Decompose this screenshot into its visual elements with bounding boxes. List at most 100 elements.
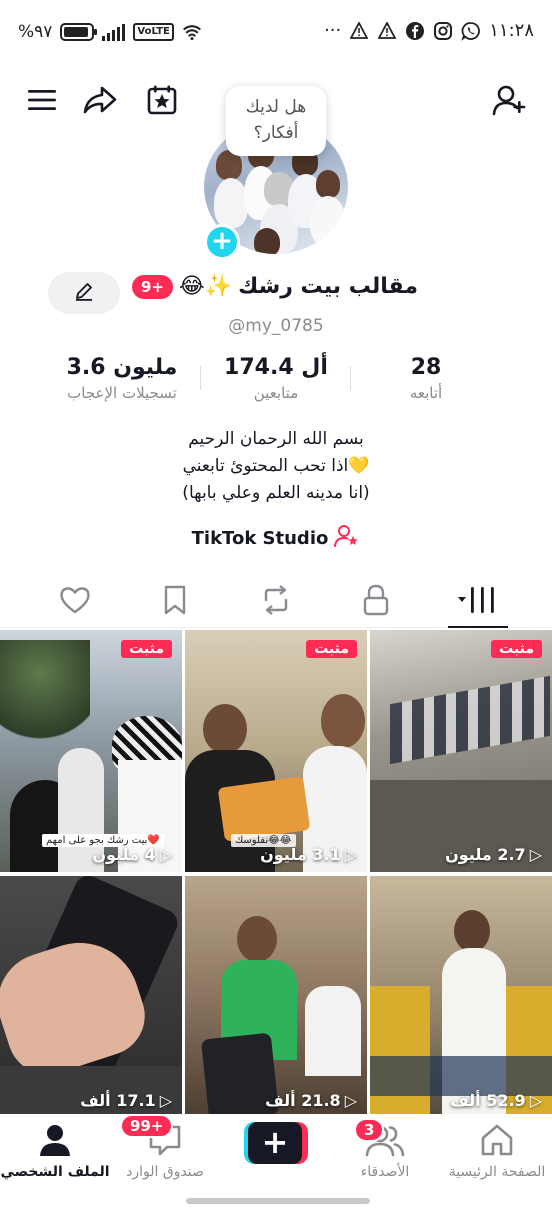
profile-bio: بسم الله الرحمان الرحيم اذا تحب المحتوئ … <box>0 426 552 507</box>
play-icon: ▷ <box>529 845 542 864</box>
video-thumbnail[interactable]: بيت رشك بجو على امهم❤️ مثبت ▷ 4 مليون <box>0 630 182 872</box>
facebook-icon <box>405 21 425 41</box>
tab-videos[interactable] <box>452 582 506 622</box>
thumbnail-scene <box>217 776 311 842</box>
battery-icon <box>60 23 98 41</box>
menu-icon[interactable] <box>22 78 62 122</box>
video-grid-icon <box>457 585 501 619</box>
play-icon: ▷ <box>159 1091 172 1110</box>
likes-count: 3.6 مليون <box>66 355 178 380</box>
view-count-text: 21.8 ألف <box>265 1091 341 1110</box>
network-type: VoLTE <box>133 23 174 41</box>
wifi-icon <box>182 22 202 42</box>
active-tab-indicator <box>448 626 508 628</box>
profile-handle: @my_0785 <box>228 316 324 336</box>
create-button[interactable]: + <box>244 1122 308 1164</box>
nav-home-label: الصفحة الرئيسية <box>448 1164 546 1180</box>
stat-divider <box>350 366 351 390</box>
nav-friends[interactable]: 3 الأصدقاء <box>330 1118 440 1180</box>
thumbnail-scene <box>203 704 247 754</box>
tab-private[interactable] <box>351 582 401 622</box>
studio-label: TikTok Studio <box>191 528 329 549</box>
thought-bubble[interactable]: هل لديك أفكار؟ <box>226 86 326 156</box>
likes-label: تسجيلات الإعجاب <box>67 384 177 402</box>
inbox-badge: 99+ <box>120 1114 174 1138</box>
edit-profile-button[interactable] <box>48 272 120 314</box>
content-tabs <box>0 574 552 628</box>
nav-profile[interactable]: الملف الشخصي <box>0 1124 110 1180</box>
pencil-icon <box>73 280 95 306</box>
creator-star-icon <box>334 524 360 553</box>
following-count: 28 <box>410 355 442 380</box>
thumbnail-scene <box>370 986 430 1118</box>
video-thumbnail[interactable]: ▷ 17.1 ألف <box>0 876 182 1118</box>
thumbnail-scene <box>370 1056 552 1096</box>
video-thumbnail[interactable]: مثبت ▷ 2.7 مليون <box>370 630 552 872</box>
view-count: ▷ 17.1 ألف <box>80 1091 172 1110</box>
tab-liked[interactable] <box>50 582 100 622</box>
thumbnail-scene <box>390 675 550 765</box>
video-thumbnail[interactable]: ▷ 21.8 ألف <box>185 876 367 1118</box>
share-icon[interactable] <box>80 78 120 122</box>
whatsapp-icon <box>461 21 481 41</box>
thumbnail-scene <box>305 986 361 1076</box>
view-count-text: 2.7 مليون <box>445 845 526 864</box>
play-icon: ▷ <box>344 1091 357 1110</box>
profile-name: مقالب بيت رشك <box>238 274 418 299</box>
nav-home[interactable]: الصفحة الرئيسية <box>442 1124 552 1180</box>
gesture-bar[interactable] <box>186 1198 370 1204</box>
view-count-text: 52.9 ألف <box>450 1091 526 1110</box>
repost-icon <box>260 585 292 619</box>
pinned-badge: مثبت <box>491 640 542 658</box>
followers-label: متابعين <box>253 384 299 402</box>
play-icon: ▷ <box>344 845 357 864</box>
bio-line: بسم الله الرحمان الرحيم <box>188 429 364 449</box>
stat-followers[interactable]: 174.4 أل متابعين <box>206 354 346 404</box>
bottom-nav: الصفحة الرئيسية 3 الأصدقاء + 99+ صندوق ا… <box>0 1114 552 1220</box>
thumbnail-scene <box>237 916 277 962</box>
play-icon: ▷ <box>529 1091 542 1110</box>
view-count-text: 17.1 ألف <box>80 1091 156 1110</box>
video-thumbnail[interactable]: نفلوسك😂😂 مثبت ▷ 3.1 مليون <box>185 630 367 872</box>
nav-friends-label: الأصدقاء <box>360 1164 410 1180</box>
stat-following[interactable]: 28 أتابعه <box>388 354 464 404</box>
profile-icon <box>38 1123 72 1161</box>
bio-line: اذا تحب المحتوئ تابعني💛 <box>182 456 370 476</box>
name-emojis: ✨😂 <box>178 274 233 299</box>
nav-profile-label: الملف الشخصي <box>0 1164 110 1180</box>
battery-percent: %٩٧ <box>18 22 53 42</box>
pinned-badge: مثبت <box>306 640 357 658</box>
stat-divider <box>200 366 201 390</box>
warning-icon <box>349 21 369 41</box>
view-count-text: 3.1 مليون <box>260 845 341 864</box>
video-thumbnail[interactable]: ▷ 52.9 ألف <box>370 876 552 1118</box>
video-grid: مثبت ▷ 2.7 مليون نفلوسك😂😂 مثبت ▷ 3.1 مليون… <box>0 630 552 1118</box>
tab-reposts[interactable] <box>251 582 301 622</box>
view-count: ▷ 3.1 مليون <box>260 845 357 864</box>
following-label: أتابعه <box>409 384 443 402</box>
pinned-badge: مثبت <box>121 640 172 658</box>
view-count-text: 4 مليون <box>92 845 156 864</box>
profile-badge[interactable]: +9 <box>131 274 173 299</box>
view-count: ▷ 21.8 ألف <box>265 1091 357 1110</box>
name-row: مقالب بيت رشك ✨😂 +9 <box>131 274 418 299</box>
status-bar: %٩٧ VoLTE ··· ١١:٢٨ <box>0 0 552 70</box>
lock-icon <box>362 584 390 620</box>
tab-favorites[interactable] <box>150 582 200 622</box>
heart-icon <box>59 586 91 618</box>
tiktok-studio-link[interactable]: TikTok Studio <box>0 524 552 553</box>
bookmark-icon <box>163 585 187 619</box>
signal-icon <box>102 23 126 41</box>
add-friend-icon[interactable] <box>490 78 530 122</box>
stat-likes[interactable]: 3.6 مليون تسجيلات الإعجاب <box>50 354 194 404</box>
view-count: ▷ 52.9 ألف <box>450 1091 542 1110</box>
play-icon: ▷ <box>159 845 172 864</box>
nav-inbox[interactable]: 99+ صندوق الوارد <box>110 1114 220 1180</box>
followers-count: 174.4 أل <box>224 355 328 380</box>
clock: ١١:٢٨ <box>489 20 534 41</box>
thumbnail-scene <box>0 640 90 750</box>
thumbnail-scene <box>454 910 490 952</box>
calendar-star-icon[interactable] <box>142 78 182 122</box>
bio-line: (انا مدينه العلم وعلي بابها) <box>182 483 370 503</box>
add-story-button[interactable]: + <box>204 224 240 260</box>
